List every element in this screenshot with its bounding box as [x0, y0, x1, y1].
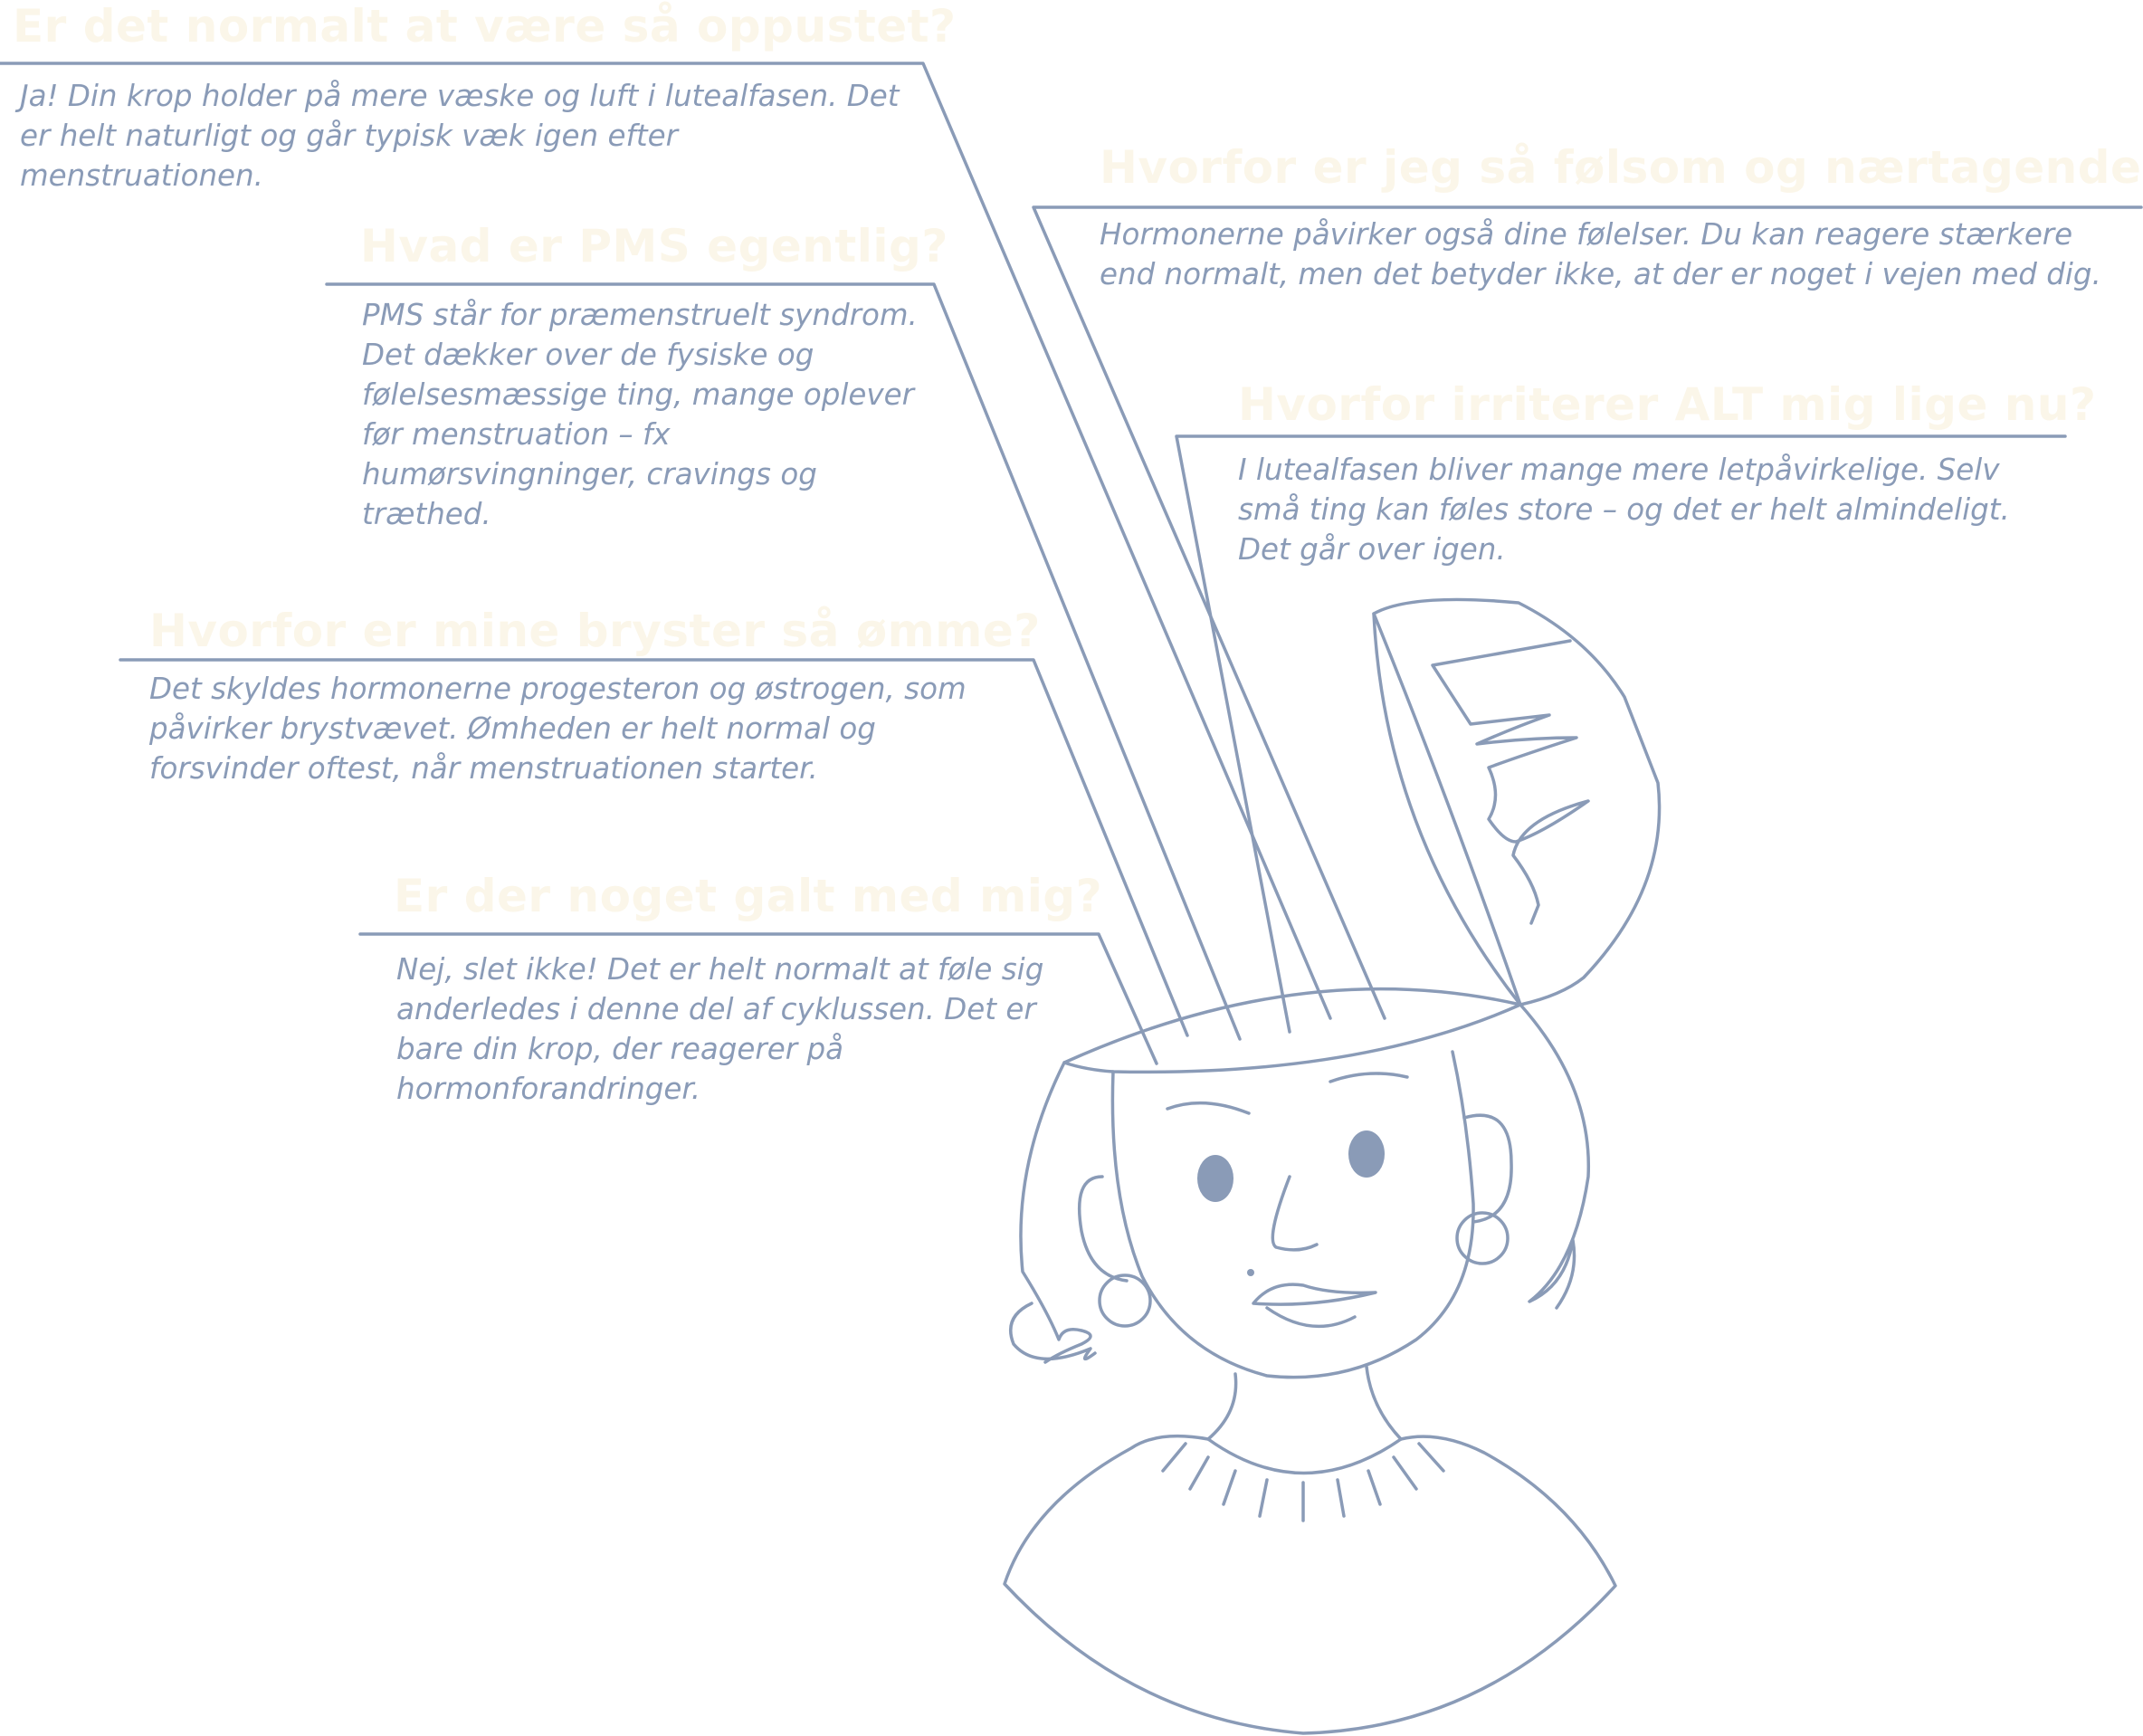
nose [1271, 1175, 1319, 1252]
callout-breasts-question: Hvorfor er mine bryster så ømme? [149, 605, 1041, 657]
right-eyebrow [1329, 1072, 1409, 1083]
callout-breasts-answer: Det skyldes hormonerne progesteron og øs… [149, 672, 967, 786]
head-rim [1062, 987, 1522, 1074]
callout-wrong-answer: Nej, slet ikke! Det er helt normalt at f… [396, 952, 1044, 1106]
lid-hinge [1372, 612, 1522, 1006]
callout-pms-question: Hvad er PMS egentlig? [360, 220, 948, 272]
sweater-collar-ribbing [1161, 1442, 1445, 1522]
sweater [1003, 1434, 1617, 1735]
callout-sensitive-question: Hvorfor er jeg så følsom og nærtagende? [1100, 141, 2143, 194]
left-eyebrow [1166, 1101, 1251, 1115]
callout-irritated-question: Hvorfor irriterer ALT mig lige nu? [1238, 378, 2097, 431]
neck-right [1365, 1365, 1403, 1441]
upper-lip [1252, 1283, 1377, 1306]
lower-lip [1265, 1306, 1357, 1329]
callout-pms-answer: PMS står for præmenstruelt syndrom. Det … [362, 298, 918, 531]
callout-bloating-answer: Ja! Din krop holder på mere væske og luf… [20, 79, 900, 193]
leader-line-sensitive [1032, 205, 2143, 1020]
left-earring [1098, 1273, 1152, 1328]
open-head-lid [1372, 597, 1662, 1006]
callout-wrong-question: Er der noget galt med mig? [394, 870, 1103, 922]
hair-right [1519, 1003, 1591, 1310]
left-eye [1197, 1155, 1233, 1202]
face-outline [1110, 1050, 1475, 1379]
neck-left [1206, 1372, 1238, 1441]
callout-bloating-question: Er det normalt at være så oppustet? [13, 0, 957, 52]
callout-irritated-answer: I lutealfasen bliver mange mere letpåvir… [1238, 453, 2010, 567]
beauty-mark [1247, 1269, 1254, 1276]
right-eye [1348, 1130, 1385, 1178]
callout-sensitive-answer: Hormonerne påvirker også dine følelser. … [1100, 217, 2101, 291]
brain-folds [1431, 639, 1590, 925]
